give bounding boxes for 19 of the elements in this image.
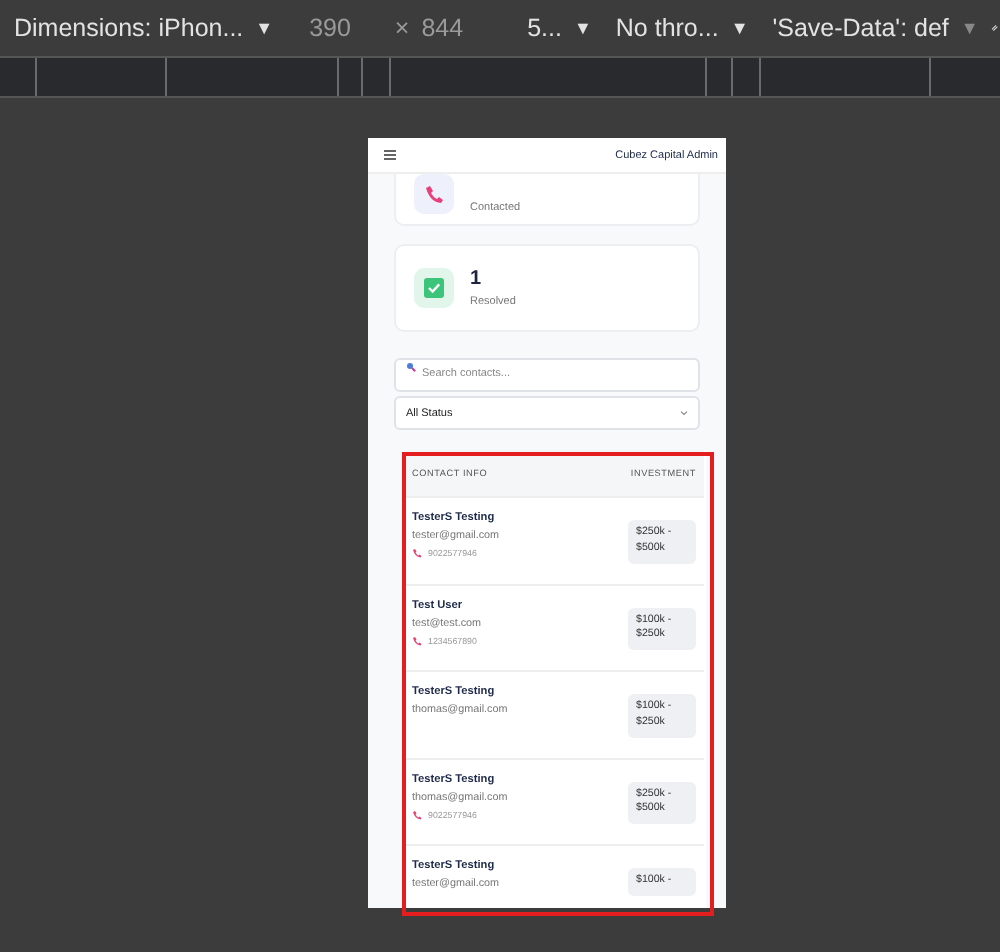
phone-icon: [412, 635, 422, 645]
dropdown-arrow-icon[interactable]: ▼: [730, 18, 749, 38]
phone-icon: [414, 174, 454, 214]
times-sign: ×: [394, 14, 410, 42]
chevron-icon: [680, 410, 688, 416]
throttle-dropdown[interactable]: No thro...: [615, 14, 719, 42]
phone-icon: [412, 548, 422, 558]
height-field[interactable]: 844: [421, 14, 464, 42]
checkbox-icon: [414, 268, 454, 308]
search-icon: [406, 362, 416, 372]
device-dropdown[interactable]: Dimensions: iPhon...: [14, 14, 244, 42]
dropdown-arrow-icon[interactable]: ▼: [255, 18, 274, 38]
save-data-dropdown[interactable]: 'Save-Data': def: [772, 14, 949, 42]
dropdown-arrow-icon[interactable]: ▼: [573, 18, 592, 38]
phone-icon: [412, 809, 422, 819]
stat-count: 1: [470, 269, 484, 289]
width-field[interactable]: 390: [309, 14, 351, 42]
menu-icon[interactable]: [384, 150, 396, 160]
zoom-dropdown[interactable]: 5...: [527, 14, 562, 42]
